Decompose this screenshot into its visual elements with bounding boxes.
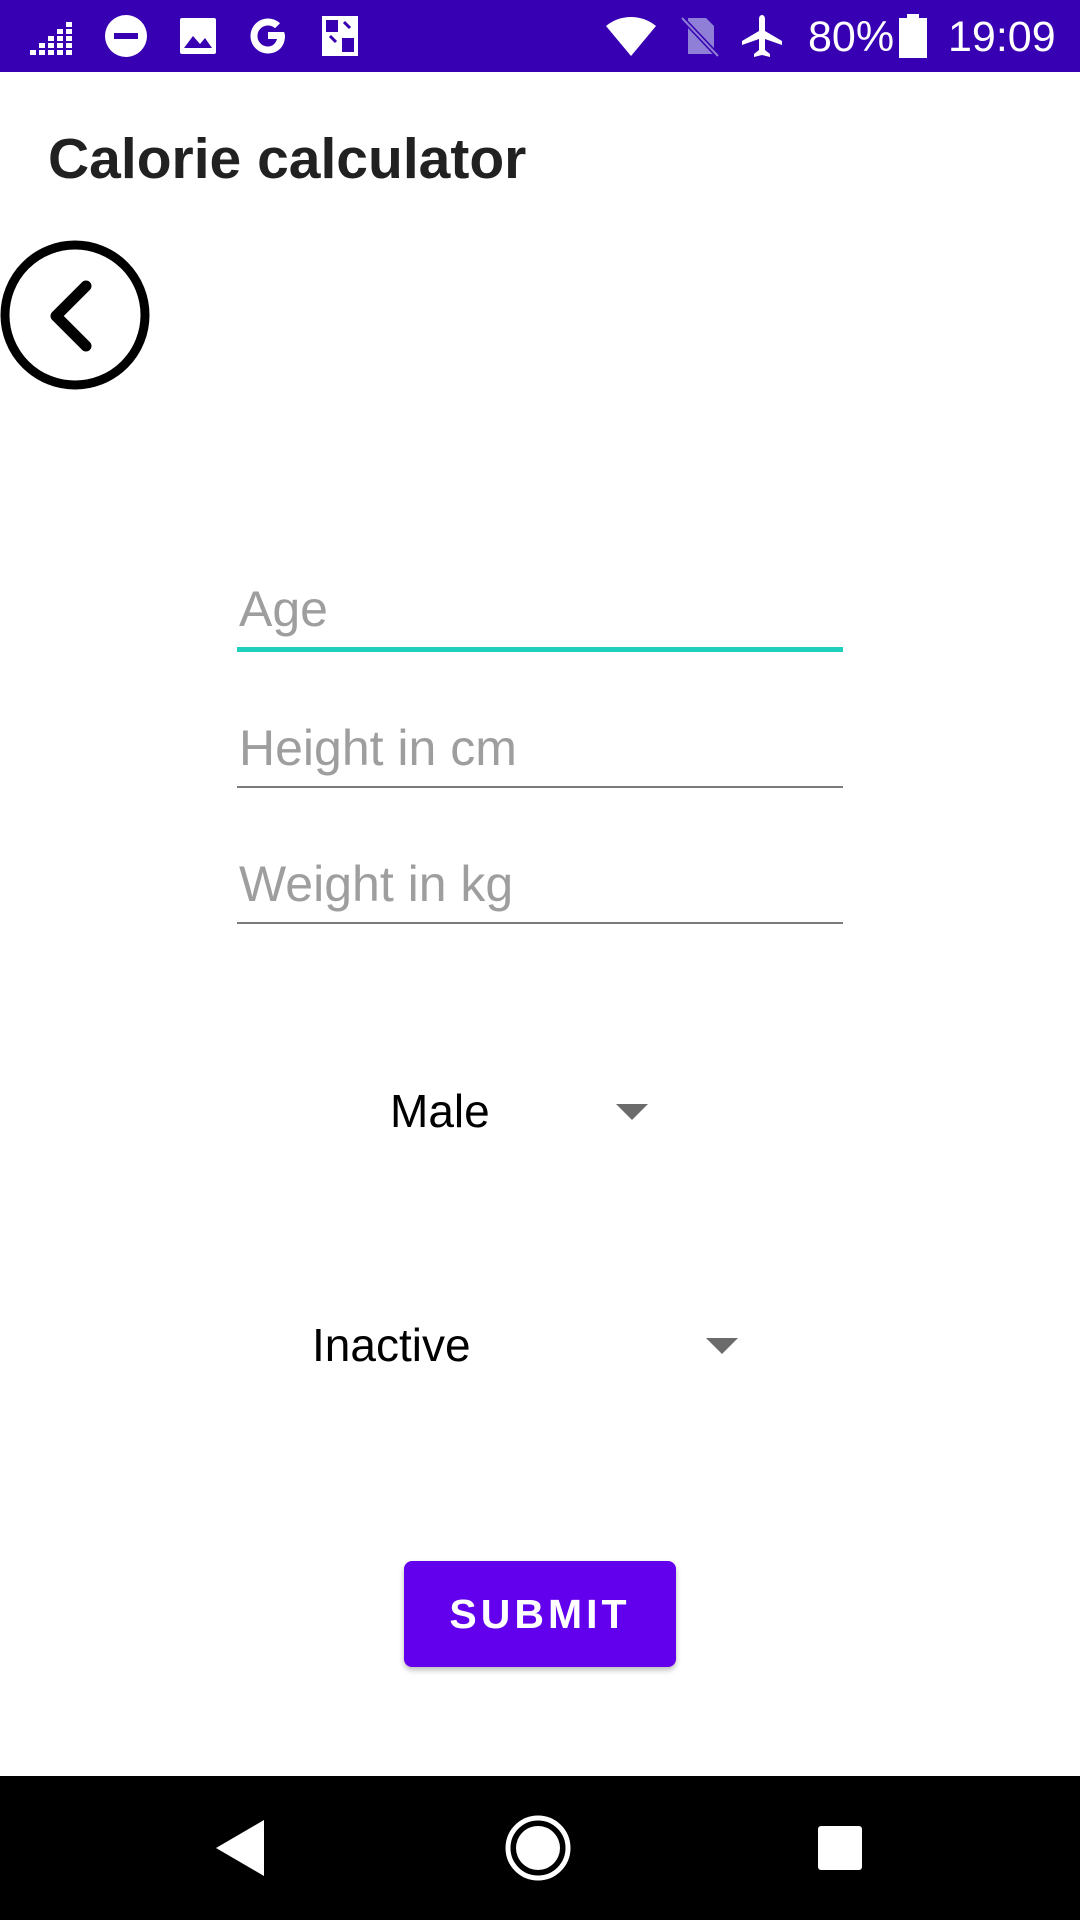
nav-home-icon	[505, 1815, 571, 1881]
gender-selected-value: Male	[390, 1085, 490, 1137]
height-input[interactable]	[237, 710, 843, 786]
submit-button[interactable]: SUBMIT	[404, 1561, 676, 1667]
navigation-bar	[0, 1776, 1080, 1920]
no-sim-icon	[680, 16, 720, 58]
weight-field	[237, 846, 843, 924]
dropdown-arrow-icon	[616, 1104, 648, 1120]
airplane-mode-icon	[742, 15, 782, 57]
battery-icon	[899, 14, 927, 58]
wifi-icon	[606, 17, 656, 56]
signal-bars-icon	[30, 22, 72, 55]
height-field	[237, 710, 843, 788]
do-not-disturb-icon	[105, 15, 147, 57]
nav-recents-icon	[818, 1826, 862, 1870]
back-circle-icon	[0, 240, 150, 390]
status-bar: 80% 19:09	[0, 0, 1080, 72]
age-underline	[237, 647, 843, 652]
nav-back-button[interactable]	[204, 1812, 276, 1884]
gender-spinner[interactable]: Male	[390, 1066, 670, 1156]
google-icon	[250, 18, 285, 54]
clock: 19:09	[948, 13, 1056, 61]
dropdown-arrow-icon	[706, 1338, 738, 1354]
page-title: Calorie calculator	[48, 127, 527, 191]
height-underline	[237, 786, 843, 788]
back-button[interactable]	[0, 240, 152, 392]
activity-spinner[interactable]: Inactive	[312, 1300, 742, 1390]
screenshot-icon	[322, 16, 358, 56]
age-input[interactable]	[237, 571, 843, 647]
nav-recents-button[interactable]	[804, 1812, 876, 1884]
nav-home-button[interactable]	[502, 1812, 574, 1884]
image-icon	[180, 18, 216, 54]
battery-percent: 80%	[808, 13, 895, 61]
nav-back-icon	[216, 1820, 264, 1876]
age-field	[237, 571, 843, 652]
weight-underline	[237, 922, 843, 924]
activity-selected-value: Inactive	[312, 1319, 471, 1371]
weight-input[interactable]	[237, 846, 843, 922]
